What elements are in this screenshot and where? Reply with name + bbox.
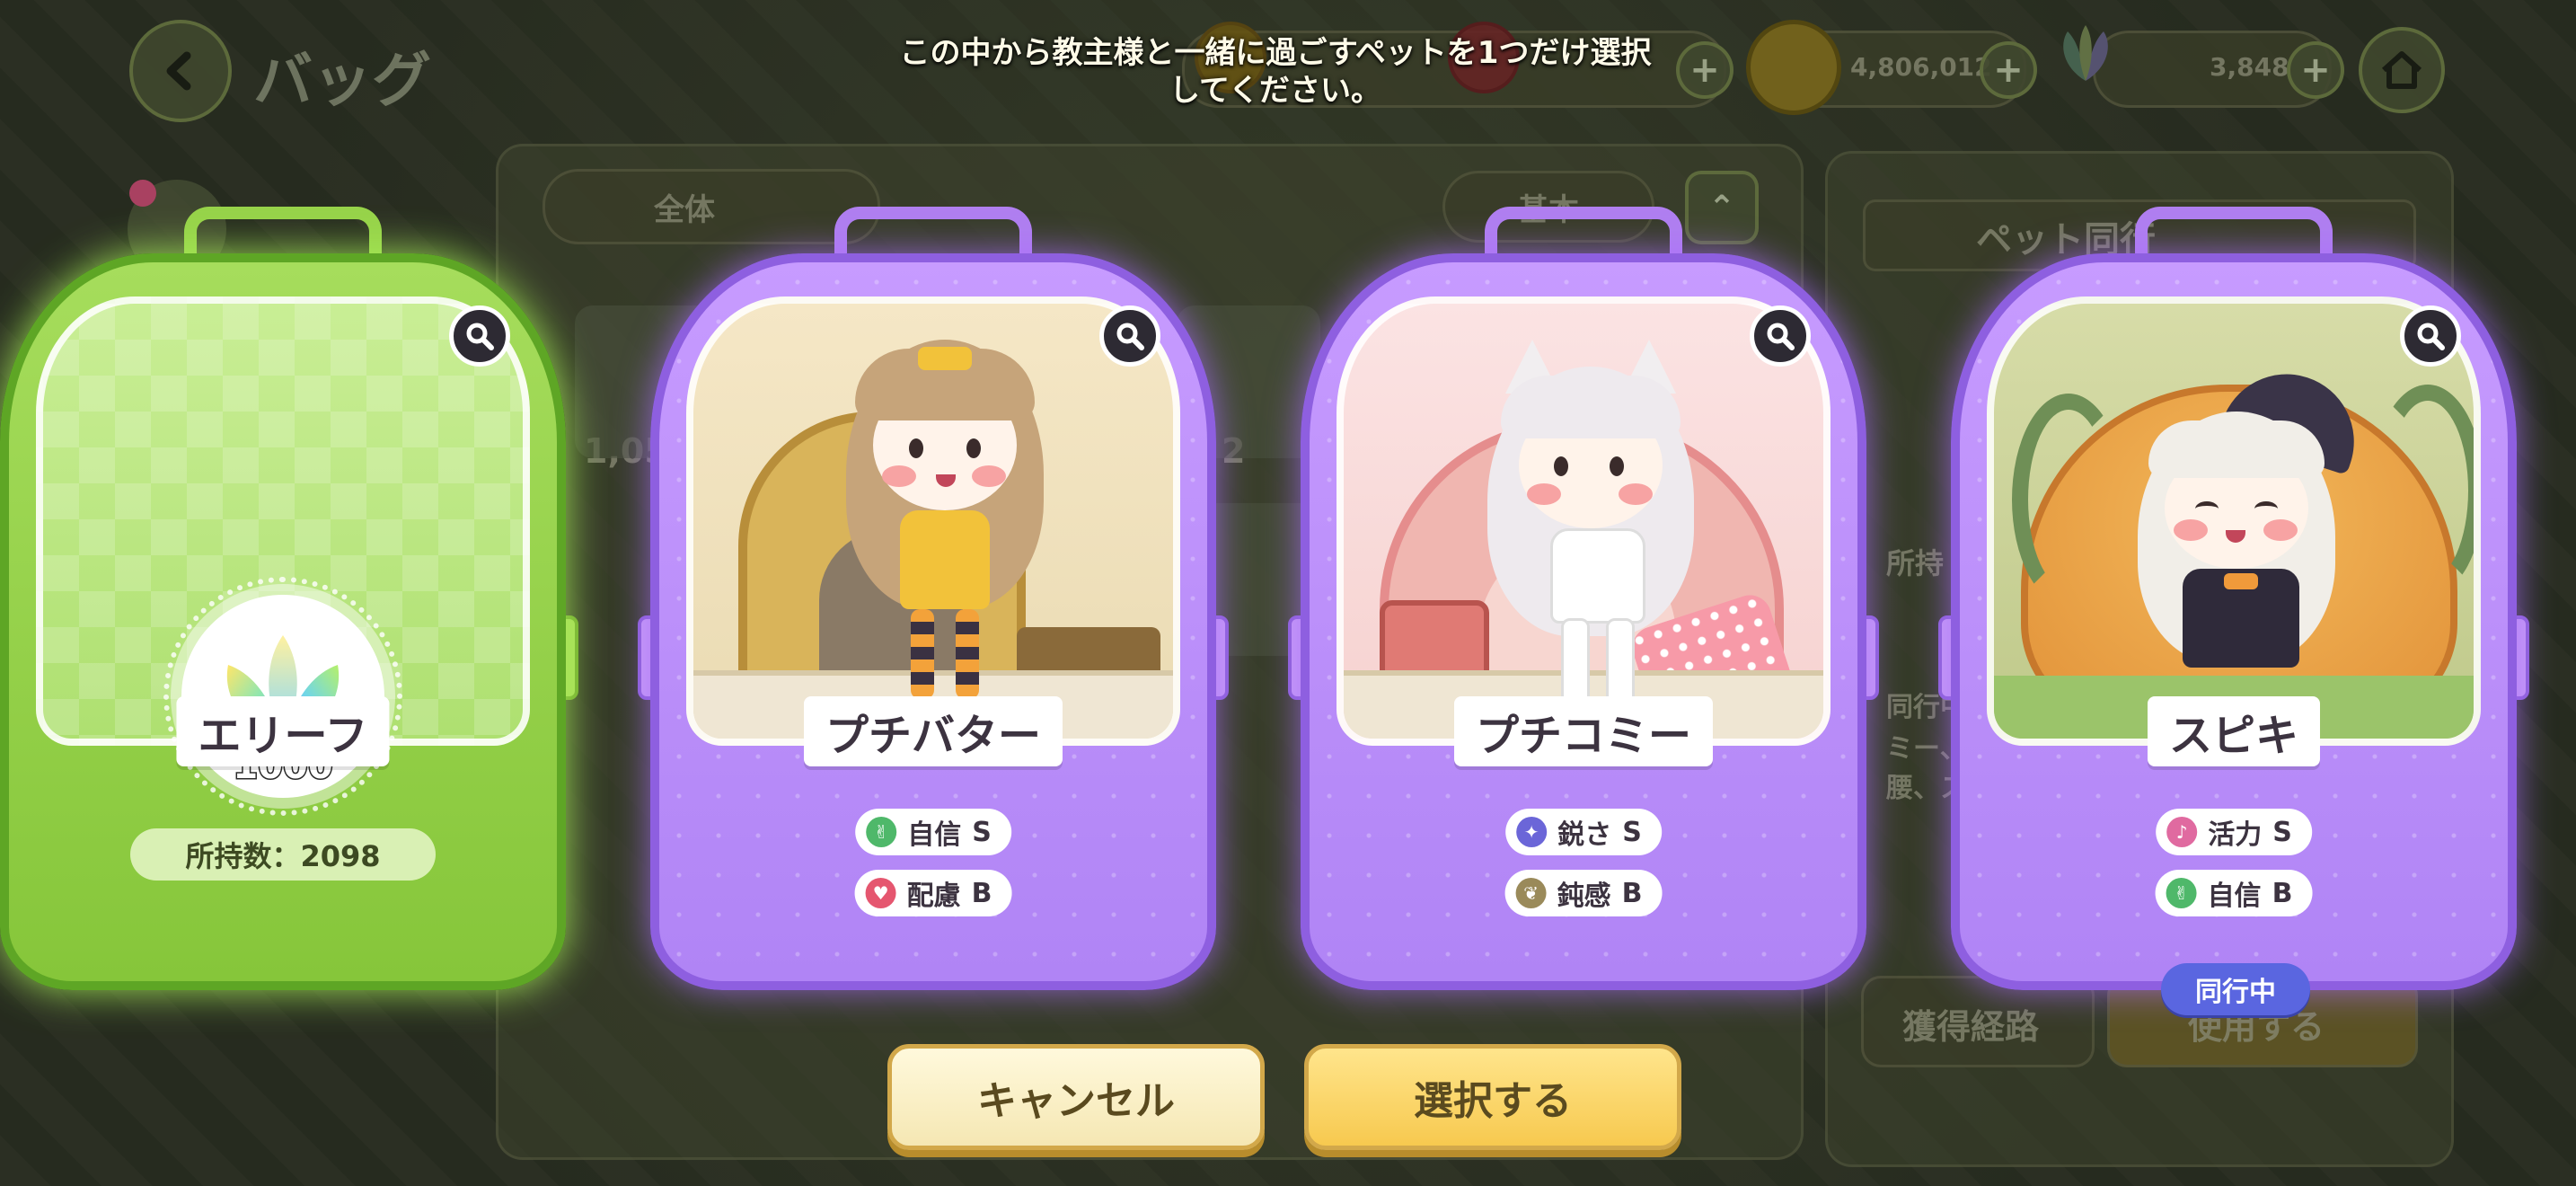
- pet-name: エリーフ: [176, 696, 390, 766]
- stat-label: 活力: [2208, 819, 2263, 851]
- stat-label: 鋭さ: [1557, 819, 1612, 851]
- stat-rank: B: [971, 877, 992, 909]
- active-companion-badge: 同行中: [2161, 963, 2310, 1015]
- stat-rank: S: [1622, 816, 1642, 848]
- stat-label: 配慮: [906, 881, 961, 912]
- home-icon: [2381, 51, 2422, 89]
- owned-count: 所持数：2098: [130, 828, 436, 881]
- closed-eye: [2254, 501, 2278, 517]
- hair-bow: [918, 347, 972, 370]
- pet-name: プチバター: [803, 696, 1063, 766]
- flower-icon: [129, 180, 156, 207]
- home-button[interactable]: [2359, 27, 2445, 113]
- acquire-route-label: 獲得経路: [1902, 1007, 2040, 1047]
- back-button[interactable]: [129, 20, 232, 122]
- card-window: [686, 296, 1180, 746]
- pet-card-petit-butter[interactable]: プチバター ✌ 自信 S ♥ 配慮 B: [638, 207, 1229, 997]
- zoom-button[interactable]: [449, 305, 510, 367]
- stat-primary: ✦ 鋭さ S: [1505, 809, 1662, 855]
- closed-eye: [2195, 501, 2219, 517]
- stat-secondary: ✌ 自信 B: [2155, 870, 2313, 916]
- add-gold-button[interactable]: +: [1980, 41, 2037, 99]
- sprout-icon: ❦: [1515, 878, 1547, 908]
- stat-secondary: ♥ 配慮 B: [854, 870, 1012, 916]
- cancel-button[interactable]: キャンセル: [887, 1044, 1265, 1150]
- instruction-line-2: してください。: [1169, 73, 1381, 109]
- magnifier-icon: [466, 323, 494, 350]
- chevron-left-icon: [166, 51, 191, 91]
- pet-character: [1487, 340, 1694, 717]
- vine-right: [2371, 385, 2474, 597]
- stat-primary: ✌ 自信 S: [855, 809, 1011, 855]
- pet-character: [846, 340, 1044, 717]
- pet-scene: [693, 304, 1173, 739]
- gold-coin-icon: [1746, 20, 1841, 115]
- pet-scene: [1344, 304, 1823, 739]
- card-window: [1337, 296, 1831, 746]
- pet-name: プチコミー: [1453, 696, 1714, 766]
- heart-icon: ♥: [865, 878, 896, 908]
- card-window: [1987, 296, 2481, 746]
- stat-label: 自信: [2207, 881, 2262, 912]
- peace-sign-icon: ✌: [866, 817, 897, 847]
- zoom-button[interactable]: [2400, 305, 2461, 367]
- pet-card-eleaf[interactable]: 1000 エリーフ 所持数：2098: [0, 207, 578, 997]
- pet-scene: [1994, 304, 2474, 739]
- leaf-gem-icon: [2050, 18, 2122, 90]
- stat-rank: S: [2272, 816, 2292, 848]
- select-button[interactable]: 選択する: [1304, 1044, 1681, 1150]
- pet-character: [2129, 357, 2372, 717]
- stat-rank: S: [972, 816, 992, 848]
- stat-label: 鈍感: [1557, 881, 1611, 912]
- pet-name: スピキ: [2147, 696, 2321, 766]
- magnifier-icon: [1767, 323, 1795, 350]
- bow-tie: [2224, 573, 2258, 589]
- sparkle-icon: ✦: [1516, 817, 1548, 847]
- gem-value: 3,848: [2210, 52, 2289, 82]
- magnifier-icon: [1116, 323, 1144, 350]
- stat-primary: ♪ 活力 S: [2156, 809, 2312, 855]
- stat-label: 自信: [907, 819, 962, 851]
- gold-value: 4,806,012: [1850, 52, 1992, 82]
- magnifier-icon: [2417, 323, 2445, 350]
- zoom-button[interactable]: [1099, 305, 1160, 367]
- instruction-text: この中から教主様と一緒に過ごすペットを1つだけ選択 してください。: [844, 34, 1707, 110]
- page-title: バッグ: [253, 46, 431, 115]
- stat-rank: B: [1621, 877, 1643, 909]
- stat-rank: B: [2272, 877, 2293, 909]
- stat-secondary: ❦ 鈍感 B: [1504, 870, 1663, 916]
- music-note-icon: ♪: [2166, 817, 2198, 847]
- peace-sign-icon: ✌: [2166, 878, 2197, 908]
- vine-left: [2012, 394, 2125, 606]
- pet-card-petit-commy[interactable]: プチコミー ✦ 鋭さ S ❦ 鈍感 B: [1288, 207, 1879, 997]
- pet-card-spiki[interactable]: スピキ ♪ 活力 S ✌ 自信 B: [1938, 207, 2529, 997]
- add-gem-button[interactable]: +: [2287, 41, 2344, 99]
- instruction-line-1: この中から教主様と一緒に過ごすペットを1つだけ選択: [899, 35, 1652, 71]
- zoom-button[interactable]: [1750, 305, 1811, 367]
- detail-line-1: 所持: [1886, 546, 1945, 580]
